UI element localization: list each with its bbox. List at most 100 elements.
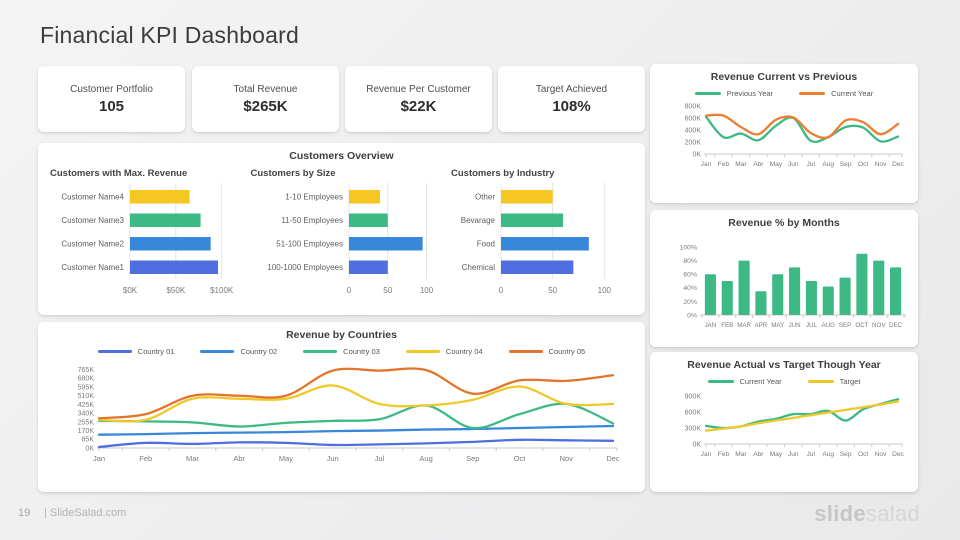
svg-text:600K: 600K: [685, 115, 702, 122]
svg-text:Aug: Aug: [822, 161, 834, 168]
legend-swatch: [508, 350, 543, 353]
bar: [839, 277, 851, 315]
kpi-label: Customer Portfolio: [70, 83, 153, 95]
svg-text:Nov: Nov: [875, 451, 887, 458]
svg-text:0K: 0K: [692, 441, 701, 448]
panel-title: Customers Overview: [289, 150, 394, 162]
svg-text:Food: Food: [477, 240, 495, 249]
bar: [856, 253, 868, 315]
overview-charts-row: Customers with Max. Revenue $0K $50K $100K…: [38, 162, 645, 307]
legend-swatch: [707, 380, 734, 383]
bar: [130, 190, 190, 204]
kpi-label: Revenue Per Customer: [366, 83, 471, 95]
revenue-pct-by-months-chart: 0% 20% 40% 60% 80% 100% JAN FEB MAR APR MAY JUN JUL A…: [680, 244, 906, 329]
bar: [130, 237, 211, 251]
bar: [738, 260, 750, 315]
revenue-current-vs-previous-panel: Revenue Current vs Previous Previous Yea…: [650, 64, 918, 203]
svg-text:0K: 0K: [692, 151, 701, 158]
svg-text:11-50 Employees: 11-50 Employees: [281, 216, 343, 225]
svg-text:Chemical: Chemical: [462, 263, 496, 272]
kpi-card-total-revenue: Total Revenue $265K: [192, 66, 339, 132]
svg-text:AUG: AUG: [822, 322, 836, 329]
svg-text:$0K: $0K: [123, 286, 138, 295]
revenue-actual-vs-target-legend: Current Year Target: [650, 377, 918, 386]
logo-light-part: salad: [865, 501, 920, 526]
series-line: [97, 384, 615, 423]
svg-text:200K: 200K: [685, 139, 702, 146]
series-line: [704, 398, 900, 430]
series-line: [704, 400, 900, 432]
bar: [721, 281, 733, 315]
svg-text:1-10 Employees: 1-10 Employees: [285, 193, 343, 202]
legend-label: Target: [839, 377, 861, 386]
customers-max-revenue-block: Customers with Max. Revenue $0K $50K $100K…: [48, 162, 248, 307]
legend-label: Country 05: [548, 347, 586, 356]
svg-text:0%: 0%: [687, 312, 697, 319]
svg-text:680K: 680K: [78, 376, 95, 383]
bar: [501, 237, 589, 251]
bar: [130, 213, 201, 227]
kpi-value: $265K: [243, 97, 288, 115]
svg-text:Sep: Sep: [840, 161, 852, 168]
svg-text:Jan: Jan: [93, 454, 105, 463]
legend-swatch: [799, 92, 826, 95]
svg-text:170K: 170K: [78, 428, 95, 435]
chart-title: Customers with Max. Revenue: [50, 168, 188, 179]
svg-text:OCT: OCT: [855, 322, 868, 329]
svg-text:Bevarage: Bevarage: [461, 216, 496, 225]
svg-text:Customer Name1: Customer Name1: [61, 263, 124, 272]
svg-text:DEC: DEC: [889, 322, 903, 329]
footer-link: | SlideSalad.com: [44, 507, 127, 519]
page-title: Financial KPI Dashboard: [40, 22, 300, 48]
bar: [501, 213, 563, 227]
kpi-value: 105: [98, 97, 125, 115]
customers-overview-panel: Customers Overview Customers with Max. R…: [38, 143, 645, 315]
svg-text:340K: 340K: [78, 411, 95, 418]
svg-text:Nov: Nov: [875, 161, 887, 168]
kpi-label: Total Revenue: [233, 83, 298, 95]
svg-text:Feb: Feb: [718, 161, 730, 168]
chart-title: Customers by Industry: [451, 168, 555, 179]
svg-text:Sep: Sep: [840, 451, 852, 458]
series-line: [97, 402, 615, 430]
svg-text:85K: 85K: [82, 437, 95, 444]
svg-text:Dec: Dec: [606, 454, 620, 463]
revenue-current-vs-previous-chart: 0K 200K 400K 600K 800K Jan Feb Mar Abr May Jun Jul A…: [685, 103, 905, 168]
kpi-card-revenue-per-customer: Revenue Per Customer $22K: [345, 66, 492, 132]
svg-text:NOV: NOV: [872, 322, 886, 329]
svg-text:MAY: MAY: [771, 322, 784, 329]
legend-label: Previous Year: [726, 89, 774, 98]
svg-text:Nov: Nov: [560, 454, 574, 463]
legend-label: Country 03: [343, 347, 380, 356]
bar: [501, 190, 553, 204]
svg-text:May: May: [770, 451, 783, 458]
bar: [890, 267, 902, 315]
svg-text:May: May: [279, 454, 293, 463]
legend-item: Target: [807, 377, 861, 386]
legend-label: Current Year: [739, 377, 782, 386]
legend-item: Current Year: [707, 377, 782, 386]
svg-text:May: May: [770, 161, 783, 168]
svg-text:Jun: Jun: [788, 451, 799, 458]
svg-text:595K: 595K: [78, 384, 95, 391]
bar: [772, 274, 784, 315]
svg-text:800K: 800K: [685, 103, 702, 110]
legend-swatch: [97, 350, 132, 353]
legend-swatch: [807, 380, 834, 383]
svg-text:Feb: Feb: [139, 454, 152, 463]
svg-text:51-100 Employees: 51-100 Employees: [276, 240, 343, 249]
kpi-card-customer-portfolio: Customer Portfolio 105: [38, 66, 185, 132]
svg-text:0: 0: [346, 286, 351, 295]
revenue-current-vs-previous-legend: Previous Year Current Year: [650, 89, 918, 98]
bar: [348, 213, 388, 227]
svg-text:100: 100: [419, 286, 433, 295]
legend-swatch: [200, 350, 235, 353]
svg-text:Jul: Jul: [807, 451, 816, 458]
svg-text:Jan: Jan: [701, 451, 712, 458]
svg-text:Oct: Oct: [858, 451, 868, 458]
svg-text:Abr: Abr: [753, 451, 764, 458]
panel-title: Revenue % by Months: [728, 217, 840, 229]
bar: [501, 260, 574, 274]
svg-text:50: 50: [548, 286, 557, 295]
svg-text:Sep: Sep: [466, 454, 479, 463]
